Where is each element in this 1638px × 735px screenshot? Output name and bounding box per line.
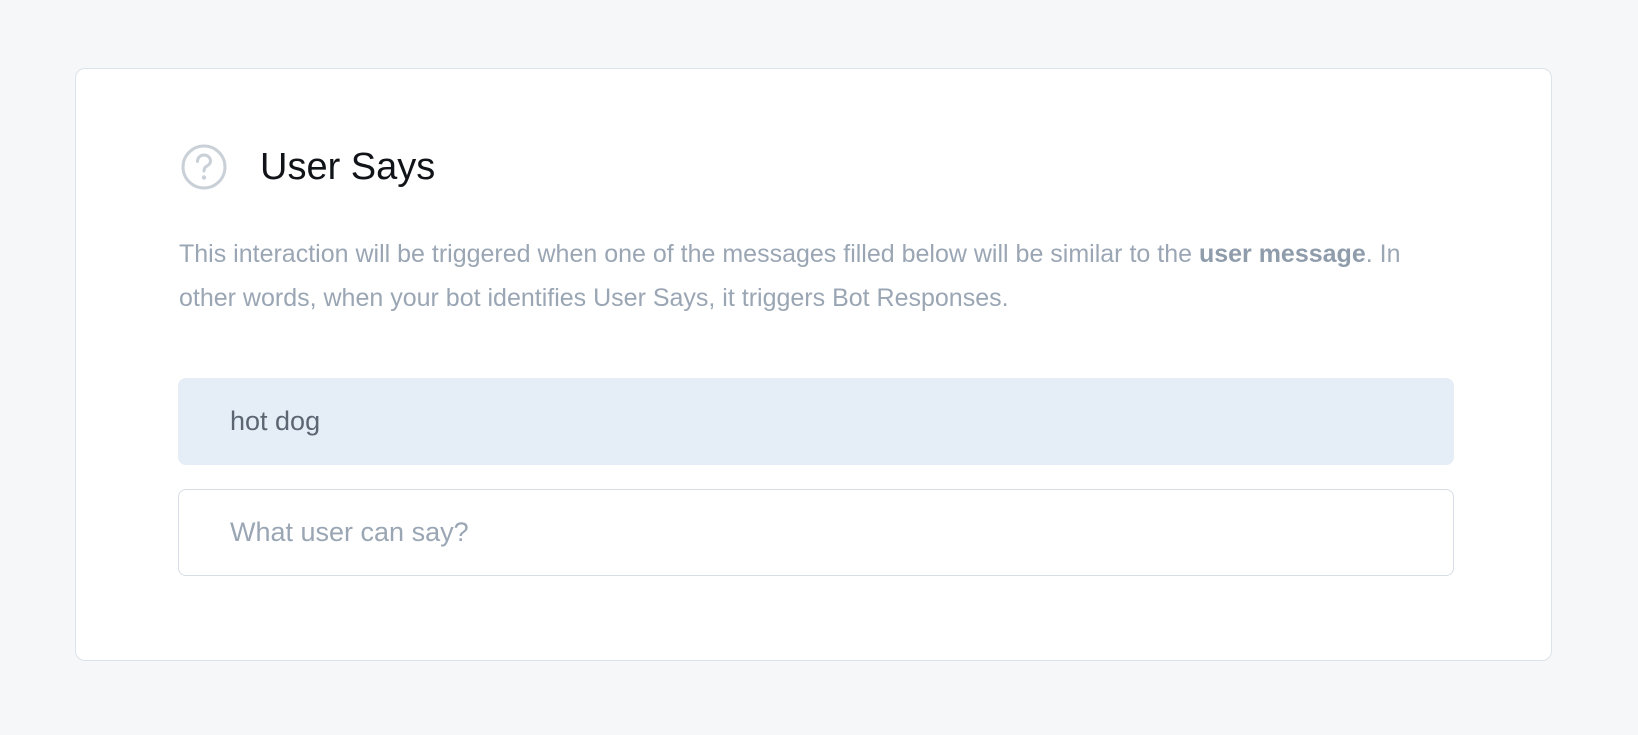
section-description: This interaction will be triggered when …	[179, 232, 1419, 320]
section-title: User Says	[260, 146, 436, 188]
user-phrase-item[interactable]: hot dog	[178, 378, 1454, 465]
question-circle-icon[interactable]	[180, 143, 228, 191]
description-bold-text: user message	[1198, 240, 1366, 268]
description-text-start: This interaction will be triggered when …	[179, 240, 1199, 268]
section-header: User Says	[180, 139, 435, 195]
user-says-card: User Says This interaction will be trigg…	[75, 68, 1552, 661]
new-phrase-input[interactable]	[178, 489, 1454, 576]
user-phrase-text: hot dog	[230, 406, 321, 436]
